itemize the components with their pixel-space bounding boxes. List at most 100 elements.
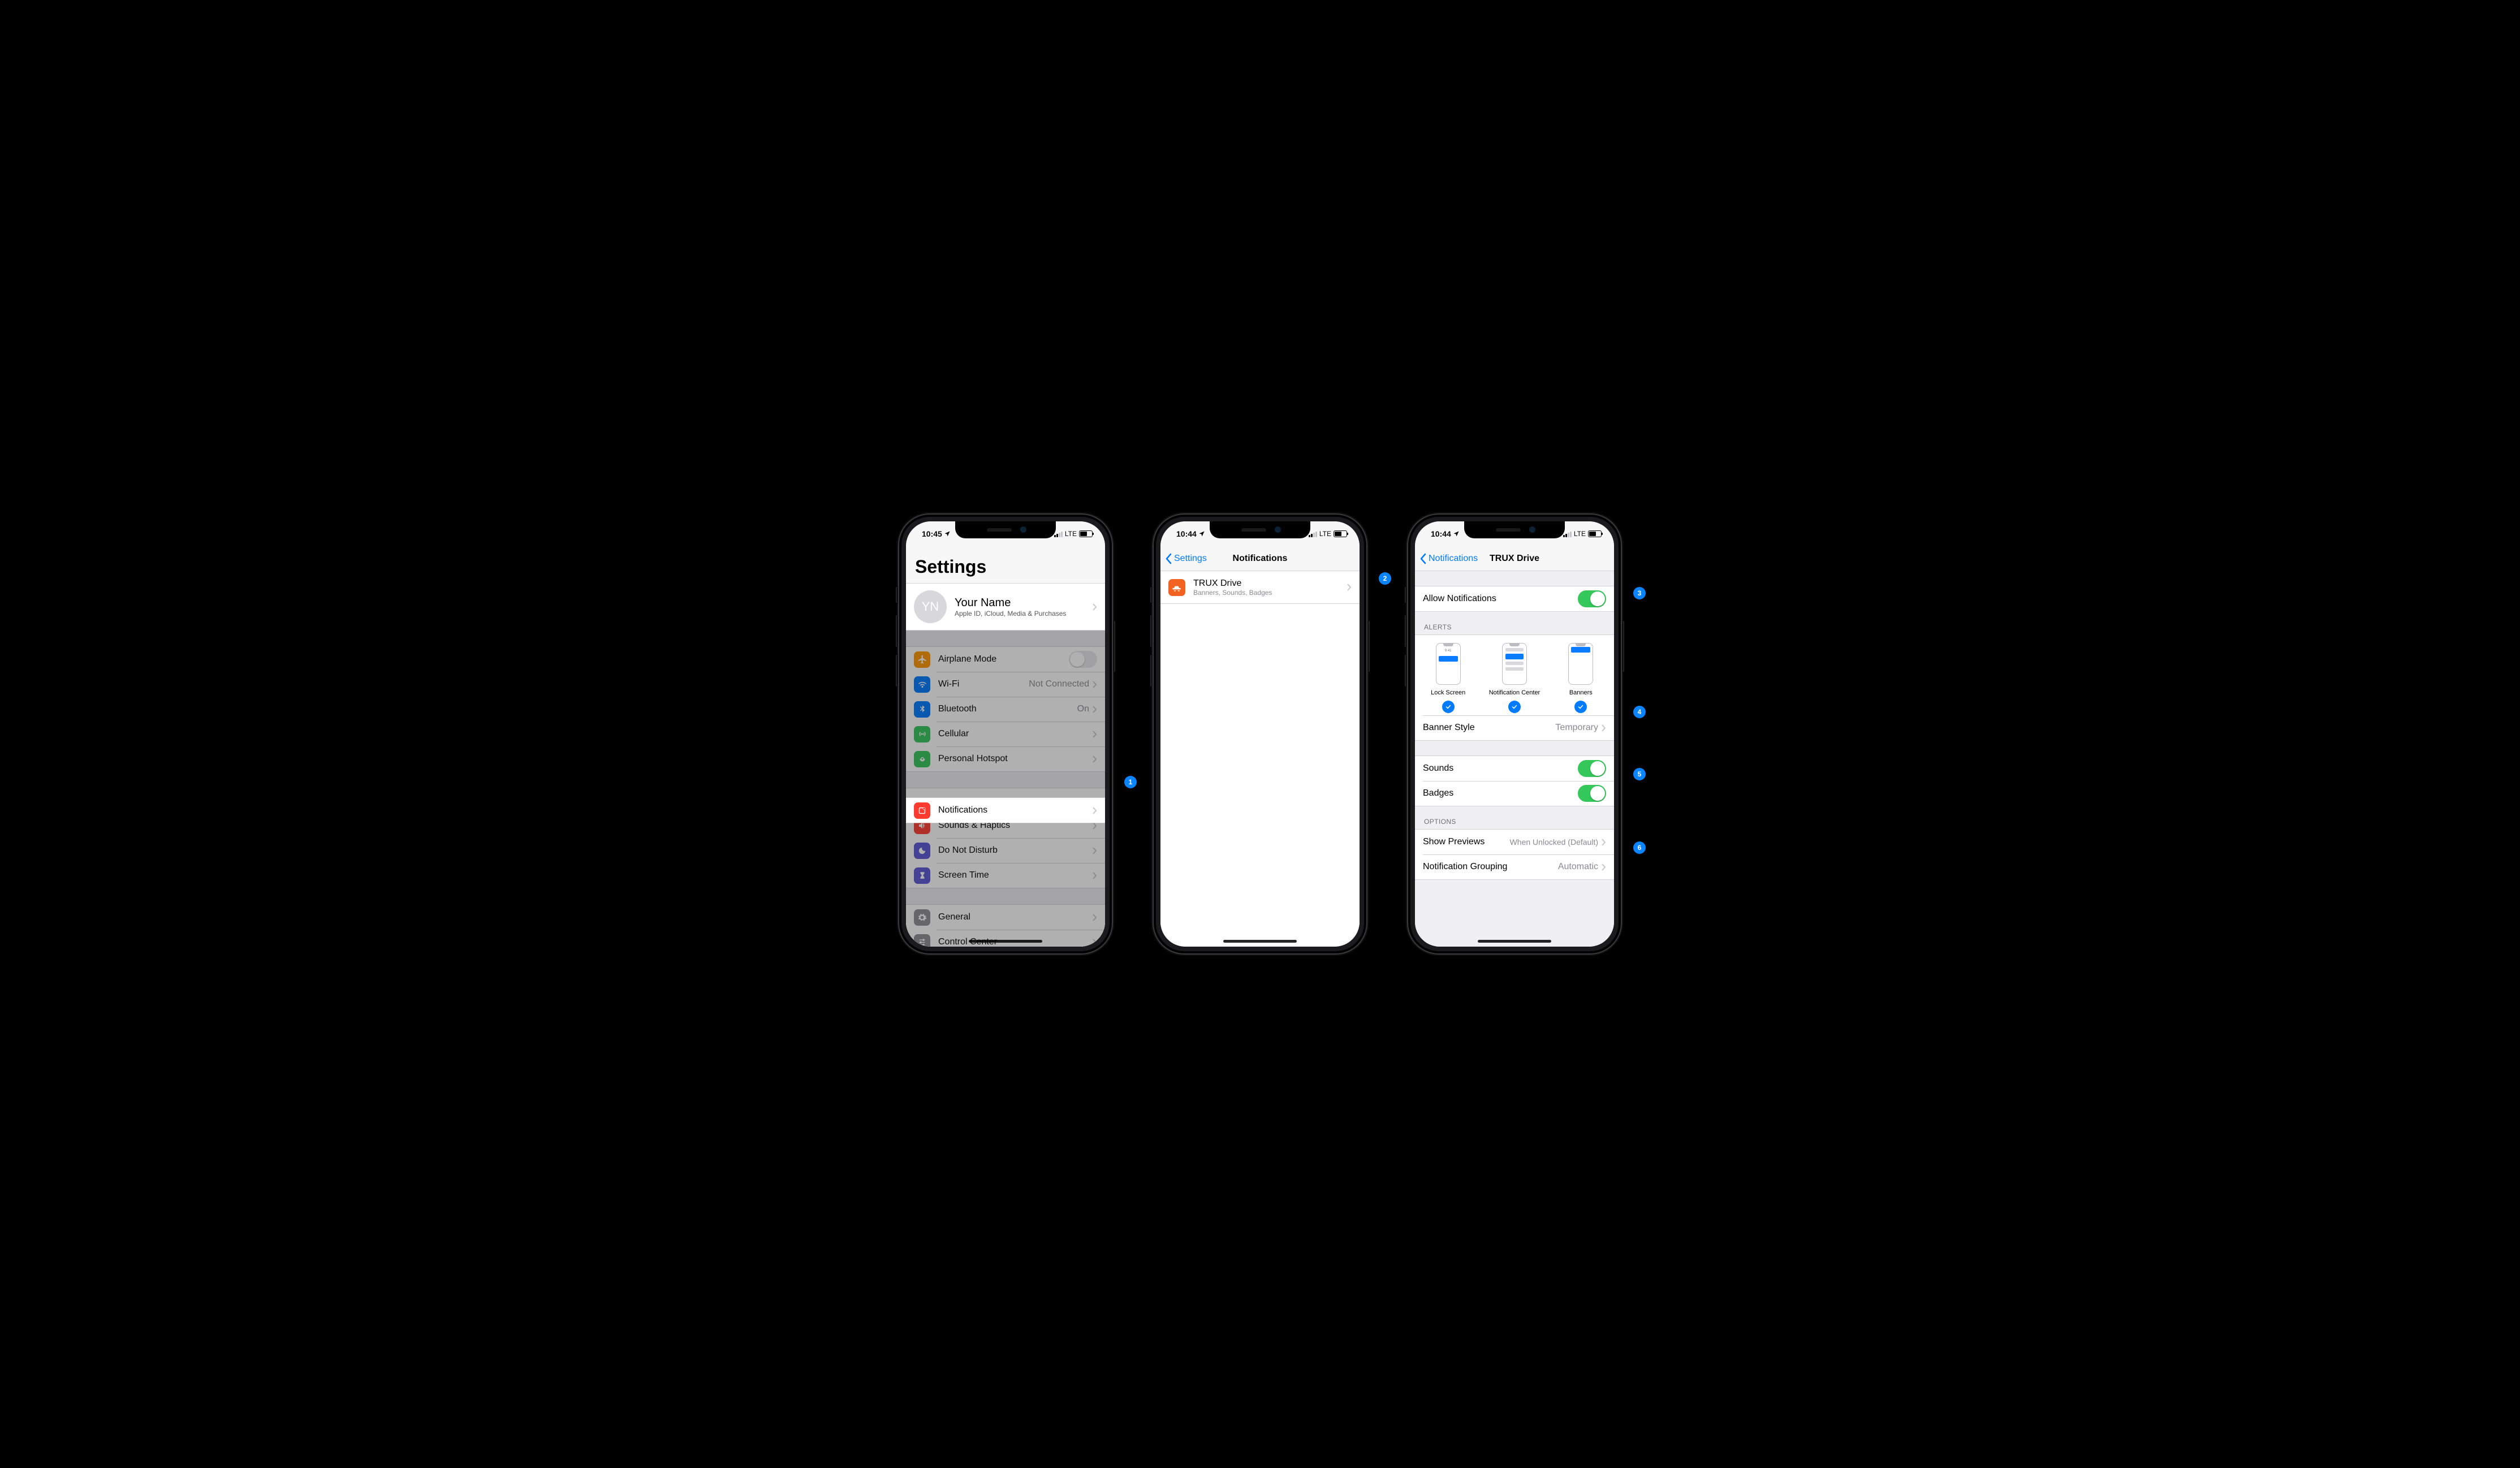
status-time: 10:44 (1176, 529, 1197, 538)
lock-screen-option[interactable]: 9:41 Lock Screen (1416, 643, 1481, 713)
annotation-2: 2 (1379, 572, 1391, 585)
phone-app-notification-settings: 10:44 LTE Notifications (1407, 513, 1622, 955)
show-previews-cell[interactable]: Show Previews When Unlocked (Default) (1415, 830, 1614, 854)
home-indicator[interactable] (1223, 940, 1297, 943)
chevron-icon (1093, 603, 1097, 611)
sliders-icon (914, 934, 930, 947)
banners-option[interactable]: Banners (1548, 643, 1613, 713)
signal-icon (1309, 531, 1317, 537)
home-indicator[interactable] (969, 940, 1042, 943)
chevron-icon (1093, 755, 1097, 763)
annotation-1: 1 (1124, 776, 1137, 788)
general-cell[interactable]: General (906, 905, 1105, 930)
airplane-toggle[interactable] (1069, 651, 1097, 668)
chevron-icon (1093, 914, 1097, 921)
bluetooth-icon (914, 701, 930, 718)
nav-title: Notifications (1233, 554, 1288, 564)
allow-toggle[interactable] (1578, 590, 1606, 607)
airplane-icon (914, 651, 930, 668)
network-label: LTE (1065, 530, 1077, 538)
chevron-icon (1093, 939, 1097, 946)
notifications-icon (914, 802, 930, 819)
battery-icon (1588, 530, 1602, 537)
dnd-cell[interactable]: Do Not Disturb (906, 838, 1105, 863)
signal-icon (1563, 531, 1572, 537)
location-icon (1453, 530, 1460, 537)
home-indicator[interactable] (1478, 940, 1551, 943)
cellular-cell[interactable]: Cellular (906, 722, 1105, 746)
sounds-cell[interactable]: Sounds (1415, 756, 1614, 781)
status-time: 10:45 (922, 529, 942, 538)
network-group: Airplane Mode Wi-Fi Not Connected (906, 646, 1105, 772)
profile-name: Your Name (955, 597, 1093, 610)
hotspot-cell[interactable]: Personal Hotspot (906, 746, 1105, 771)
wifi-cell[interactable]: Wi-Fi Not Connected (906, 672, 1105, 697)
moon-icon (914, 843, 930, 859)
page-title: Settings (906, 546, 1105, 583)
screentime-cell[interactable]: Screen Time (906, 863, 1105, 888)
trux-app-icon (1168, 579, 1185, 596)
chevron-icon (1602, 839, 1606, 846)
chevron-icon (1602, 863, 1606, 871)
navbar: Settings Notifications (1160, 546, 1360, 571)
profile-sub: Apple ID, iCloud, Media & Purchases (955, 610, 1093, 618)
sounds-toggle[interactable] (1578, 760, 1606, 777)
nav-title: TRUX Drive (1490, 554, 1539, 564)
annotation-5: 5 (1633, 768, 1646, 780)
banner-style-cell[interactable]: Banner Style Temporary (1415, 715, 1614, 740)
notch (955, 521, 1056, 538)
bluetooth-cell[interactable]: Bluetooth On (906, 697, 1105, 722)
alert-style-row: 9:41 Lock Screen (1415, 635, 1614, 715)
battery-icon (1334, 530, 1347, 537)
battery-icon (1079, 530, 1093, 537)
power-button (1367, 621, 1370, 672)
annotation-6: 6 (1633, 841, 1646, 854)
cellular-icon (914, 726, 930, 742)
chevron-icon (1093, 822, 1097, 830)
signal-icon (1054, 531, 1063, 537)
check-icon (1508, 701, 1521, 713)
chevron-icon (1093, 847, 1097, 854)
check-icon (1574, 701, 1587, 713)
notification-center-option[interactable]: Notification Center (1482, 643, 1547, 713)
apple-id-cell[interactable]: YN Your Name Apple ID, iCloud, Media & P… (906, 583, 1105, 631)
status-time: 10:44 (1431, 529, 1451, 538)
location-icon (944, 530, 951, 537)
chevron-icon (1093, 681, 1097, 688)
navbar: Notifications TRUX Drive (1415, 546, 1614, 571)
location-icon (1198, 530, 1205, 537)
grouping-cell[interactable]: Notification Grouping Automatic (1415, 854, 1614, 879)
allow-notifications-cell[interactable]: Allow Notifications (1415, 586, 1614, 611)
chevron-icon (1602, 724, 1606, 732)
options-header: Options (1415, 806, 1614, 829)
app-detail: Banners, Sounds, Badges (1193, 589, 1347, 597)
chevron-icon (1093, 872, 1097, 879)
avatar: YN (914, 590, 947, 623)
notch (1464, 521, 1565, 538)
notifications-cell[interactable]: Notifications (906, 798, 1105, 823)
annotation-4: 4 (1633, 706, 1646, 718)
back-button[interactable]: Settings (1165, 546, 1207, 571)
phone-notifications-list: 10:44 LTE Settings (1153, 513, 1367, 955)
power-button (1622, 621, 1624, 672)
chevron-icon (1093, 706, 1097, 713)
power-button (1113, 621, 1115, 672)
control-center-cell[interactable]: Control Center (906, 930, 1105, 947)
alerts-header: Alerts (1415, 612, 1614, 634)
chevron-icon (1093, 731, 1097, 738)
app-name: TRUX Drive (1193, 578, 1347, 589)
network-label: LTE (1319, 530, 1331, 538)
hotspot-icon (914, 751, 930, 767)
airplane-mode-cell[interactable]: Airplane Mode (906, 647, 1105, 672)
notch (1210, 521, 1310, 538)
phone-settings: 10:45 LTE Settings (898, 513, 1113, 955)
badges-cell[interactable]: Badges (1415, 781, 1614, 806)
chevron-icon (1093, 807, 1097, 814)
badges-toggle[interactable] (1578, 785, 1606, 802)
back-button[interactable]: Notifications (1419, 546, 1478, 571)
network-label: LTE (1574, 530, 1586, 538)
tutorial-three-phones: 10:45 LTE Settings (898, 513, 1622, 955)
wifi-icon (914, 676, 930, 693)
gear-icon (914, 909, 930, 926)
trux-drive-cell[interactable]: TRUX Drive Banners, Sounds, Badges (1160, 571, 1360, 604)
